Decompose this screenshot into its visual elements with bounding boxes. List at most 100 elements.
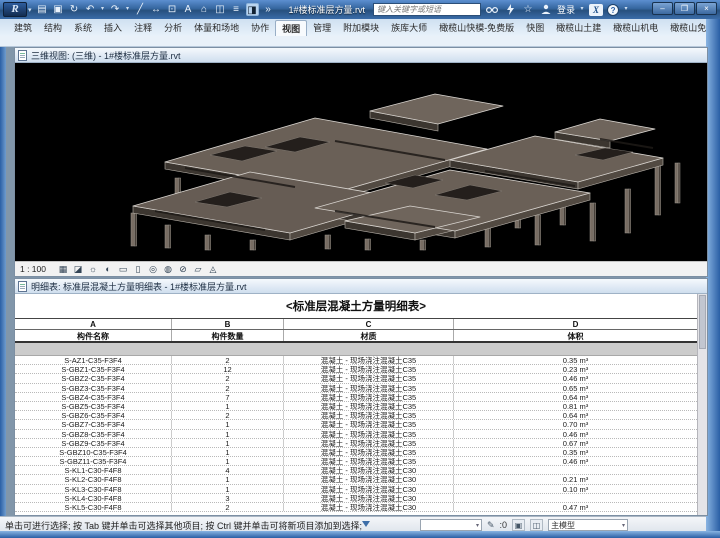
table-cell[interactable]: S-KL4-C30-F4F8 bbox=[15, 494, 172, 502]
table-cell[interactable]: 1 bbox=[172, 475, 284, 483]
table-cell[interactable]: 1 bbox=[172, 420, 284, 428]
column-header[interactable]: 体积 bbox=[454, 330, 697, 341]
open-icon[interactable]: ▤ bbox=[36, 3, 49, 16]
worksharing-display-icon[interactable]: ⊘ bbox=[177, 263, 189, 275]
editing-requests-icon[interactable]: ✎ bbox=[487, 520, 495, 531]
tab-体量和场地[interactable]: 体量和场地 bbox=[188, 20, 245, 36]
scrollbar-thumb[interactable] bbox=[699, 295, 706, 349]
column-header[interactable]: 构件名称 bbox=[15, 330, 172, 341]
table-cell[interactable]: 2 bbox=[172, 374, 284, 382]
column-letter[interactable]: A bbox=[15, 319, 172, 329]
table-row[interactable]: S-GBZ1-C35-F3F412混凝土 - 现场浇注混凝土C350.23 m³ bbox=[15, 365, 697, 374]
table-cell[interactable]: S-GBZ2-C35-F3F4 bbox=[15, 374, 172, 382]
tab-橄榄山快模-免费版[interactable]: 橄榄山快模-免费版 bbox=[433, 20, 520, 36]
table-cell[interactable]: S-KL2-C30-F4F8 bbox=[15, 475, 172, 483]
tab-视图[interactable]: 视图 bbox=[275, 20, 307, 36]
table-cell[interactable]: 混凝土 - 现场浇注混凝土C35 bbox=[284, 365, 454, 373]
table-cell[interactable]: 混凝土 - 现场浇注混凝土C35 bbox=[284, 420, 454, 428]
view3d-window[interactable]: 三维视图: (三维) - 1#楼标准层方量.rvt bbox=[14, 47, 708, 277]
communication-center-icon[interactable] bbox=[503, 3, 517, 16]
schedule-window[interactable]: 明细表: 标准层混凝土方量明细表 - 1#楼标准层方量.rvt <标准层混凝土方… bbox=[14, 278, 708, 516]
table-cell[interactable]: S-GBZ1-C35-F3F4 bbox=[15, 365, 172, 373]
table-cell[interactable]: S-GBZ7-C35-F3F4 bbox=[15, 420, 172, 428]
table-cell[interactable]: 混凝土 - 现场浇注混凝土C30 bbox=[284, 503, 454, 511]
table-cell[interactable]: 2 bbox=[172, 384, 284, 392]
tab-族库大师[interactable]: 族库大师 bbox=[385, 20, 433, 36]
table-cell[interactable]: 混凝土 - 现场浇注混凝土C35 bbox=[284, 411, 454, 419]
restore-button[interactable]: ❐ bbox=[674, 2, 695, 15]
table-cell[interactable]: S-KL1-C30-F4F8 bbox=[15, 466, 172, 474]
design-options-icon[interactable]: ◫ bbox=[530, 519, 543, 531]
editable-only-icon[interactable]: ▣ bbox=[512, 519, 525, 531]
tab-橄榄山机电[interactable]: 橄榄山机电 bbox=[607, 20, 664, 36]
window-right-border[interactable] bbox=[706, 19, 720, 538]
tab-管理[interactable]: 管理 bbox=[307, 20, 337, 36]
table-row[interactable]: S-KL5-C30-F4F82混凝土 - 现场浇注混凝土C300.47 m³ bbox=[15, 503, 697, 512]
table-cell[interactable]: 2 bbox=[172, 503, 284, 511]
table-cell[interactable]: S-GBZ6-C35-F3F4 bbox=[15, 411, 172, 419]
sun-path-icon[interactable]: ☼ bbox=[87, 263, 99, 275]
schedule-titlebar[interactable]: 明细表: 标准层混凝土方量明细表 - 1#楼标准层方量.rvt bbox=[15, 279, 707, 294]
table-cell[interactable] bbox=[454, 494, 697, 502]
table-cell[interactable]: S-GBZ3-C35-F3F4 bbox=[15, 384, 172, 392]
redo-drop-icon[interactable]: ▾ bbox=[125, 3, 131, 16]
table-cell[interactable]: 0.35 m³ bbox=[454, 356, 697, 364]
schedule-scrollbar[interactable] bbox=[697, 294, 707, 515]
table-cell[interactable]: 0.23 m³ bbox=[454, 365, 697, 373]
table-cell[interactable]: 1 bbox=[172, 457, 284, 465]
table-cell[interactable]: 混凝土 - 现场浇注混凝土C35 bbox=[284, 374, 454, 382]
table-cell[interactable]: 混凝土 - 现场浇注混凝土C35 bbox=[284, 384, 454, 392]
table-row[interactable]: S-GBZ3-C35-F3F42混凝土 - 现场浇注混凝土C350.65 m³ bbox=[15, 384, 697, 393]
crop-view-icon[interactable]: ▭ bbox=[117, 263, 129, 275]
visual-style-icon[interactable]: ◪ bbox=[72, 263, 84, 275]
app-menu-arrow-icon[interactable]: ▾ bbox=[28, 6, 32, 14]
table-row[interactable]: S-GBZ11-C35-F3F41混凝土 - 现场浇注混凝土C350.46 m³ bbox=[15, 457, 697, 466]
exchange-apps-icon[interactable]: X bbox=[589, 4, 603, 16]
search-icon[interactable] bbox=[485, 3, 499, 16]
tab-附加模块[interactable]: 附加模块 bbox=[337, 20, 385, 36]
favorites-star-icon[interactable]: ☆ bbox=[521, 3, 535, 16]
tab-建筑[interactable]: 建筑 bbox=[8, 20, 38, 36]
undo-drop-icon[interactable]: ▾ bbox=[100, 3, 106, 16]
table-cell[interactable]: 12 bbox=[172, 365, 284, 373]
table-cell[interactable]: 0.64 m³ bbox=[454, 411, 697, 419]
tab-注释[interactable]: 注释 bbox=[128, 20, 158, 36]
table-cell[interactable]: 0.35 m³ bbox=[454, 448, 697, 456]
thin-lines-icon[interactable]: ≡ bbox=[230, 3, 243, 16]
table-cell[interactable]: 0.81 m³ bbox=[454, 402, 697, 410]
table-cell[interactable]: 0.10 m³ bbox=[454, 485, 697, 493]
table-cell[interactable]: S-GBZ8-C35-F3F4 bbox=[15, 430, 172, 438]
table-row[interactable]: S-KL3-C30-F4F81混凝土 - 现场浇注混凝土C300.10 m³ bbox=[15, 485, 697, 494]
tab-快图[interactable]: 快图 bbox=[520, 20, 550, 36]
table-cell[interactable]: 混凝土 - 现场浇注混凝土C35 bbox=[284, 430, 454, 438]
redo-icon[interactable]: ↷ bbox=[109, 3, 122, 16]
help-search-input[interactable] bbox=[373, 3, 481, 16]
temporary-view-properties-icon[interactable]: ▱ bbox=[192, 263, 204, 275]
table-cell[interactable]: 1 bbox=[172, 485, 284, 493]
table-cell[interactable]: 4 bbox=[172, 466, 284, 474]
table-cell[interactable]: 0.46 m³ bbox=[454, 374, 697, 382]
section-icon[interactable]: ◫ bbox=[214, 3, 227, 16]
save-icon[interactable]: ▣ bbox=[52, 3, 65, 16]
table-cell[interactable]: 1 bbox=[172, 402, 284, 410]
table-cell[interactable]: 0.70 m³ bbox=[454, 420, 697, 428]
table-row[interactable]: S-GBZ2-C35-F3F42混凝土 - 现场浇注混凝土C350.46 m³ bbox=[15, 374, 697, 383]
table-cell[interactable]: 混凝土 - 现场浇注混凝土C35 bbox=[284, 356, 454, 364]
table-cell[interactable]: 7 bbox=[172, 393, 284, 401]
table-cell[interactable]: 2 bbox=[172, 356, 284, 364]
tag-icon[interactable]: ⊡ bbox=[166, 3, 179, 16]
help-icon[interactable]: ? bbox=[607, 4, 619, 16]
measure-icon[interactable]: ╱ bbox=[134, 3, 147, 16]
default-3d-view-icon[interactable]: ⌂ bbox=[198, 3, 211, 16]
table-cell[interactable]: 混凝土 - 现场浇注混凝土C30 bbox=[284, 475, 454, 483]
tab-系统[interactable]: 系统 bbox=[68, 20, 98, 36]
table-cell[interactable]: S-GBZ9-C35-F3F4 bbox=[15, 439, 172, 447]
table-cell[interactable]: 0.46 m³ bbox=[454, 457, 697, 465]
analytical-model-icon[interactable]: ◬ bbox=[207, 263, 219, 275]
table-row[interactable]: S-GBZ10-C35-F3F41混凝土 - 现场浇注混凝土C350.35 m³ bbox=[15, 448, 697, 457]
column-letter[interactable]: B bbox=[172, 319, 284, 329]
tab-橄榄山土建[interactable]: 橄榄山土建 bbox=[550, 20, 607, 36]
table-cell[interactable]: S-GBZ10-C35-F3F4 bbox=[15, 448, 172, 456]
table-cell[interactable]: 混凝土 - 现场浇注混凝土C35 bbox=[284, 393, 454, 401]
column-letter[interactable]: C bbox=[284, 319, 454, 329]
